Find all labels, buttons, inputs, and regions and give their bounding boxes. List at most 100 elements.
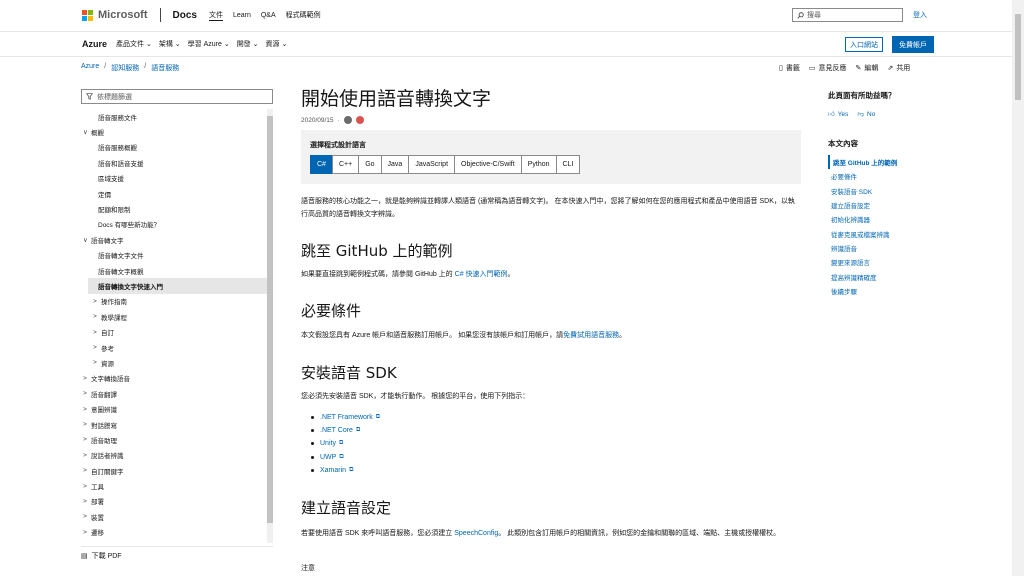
language-selector-label: 選擇程式設計語言 — [310, 142, 366, 149]
no-button[interactable]: 👎︎ No — [857, 110, 875, 119]
share-button[interactable]: ⇗ 共用 — [887, 63, 910, 73]
toc-link[interactable]: 必要條件 — [828, 169, 938, 183]
language-tab[interactable]: JavaScript — [408, 155, 456, 174]
top-link-qa[interactable]: Q&A — [261, 12, 276, 19]
toc-link[interactable]: 變更來源語言 — [828, 255, 938, 269]
sidebar-item[interactable]: > 操作指南 — [81, 294, 267, 309]
docs-home-link[interactable]: Docs — [173, 10, 197, 21]
sidebar-item[interactable]: 語音轉文字文件 — [81, 248, 267, 263]
page-scrollbar-thumb[interactable] — [1015, 14, 1021, 100]
language-tab[interactable]: C# — [310, 155, 333, 174]
breadcrumb-cognitive-services[interactable]: 認知服務 — [111, 63, 139, 73]
toc-link[interactable]: 後續步驟 — [828, 284, 938, 298]
breadcrumb-azure[interactable]: Azure — [81, 63, 99, 73]
chevron-right-icon: > — [83, 513, 87, 521]
language-tab[interactable]: Objective-C/Swift — [454, 155, 522, 174]
nav-item-develop[interactable]: 開發 ⌄ — [237, 39, 259, 49]
product-name[interactable]: Azure — [82, 39, 107, 49]
platform-link[interactable]: UWP — [320, 454, 336, 461]
download-pdf-link[interactable]: ▤ 下載 PDF — [81, 546, 273, 561]
free-account-button[interactable]: 免費帳戶 — [892, 36, 934, 53]
sidebar-item[interactable]: > 部署 — [81, 494, 267, 509]
nav-item-architecture[interactable]: 架構 ⌄ — [159, 39, 181, 49]
nav-item-learn-azure[interactable]: 學習 Azure ⌄ — [188, 39, 230, 49]
free-trial-link[interactable]: 免費試用語音服務 — [563, 332, 619, 339]
sidebar-item-label: 自訂關鍵字 — [91, 468, 124, 476]
nav-item-product-docs[interactable]: 產品文件 ⌄ — [116, 39, 152, 49]
sidebar-item[interactable]: > 自訂 — [81, 324, 267, 339]
edit-button[interactable]: ✎ 編輯 — [855, 63, 878, 73]
language-tab[interactable]: C++ — [331, 155, 360, 174]
sidebar-item[interactable]: Docs 有哪些新功能？ — [81, 217, 267, 232]
search-input[interactable]: 搜尋 — [792, 8, 903, 22]
platform-link[interactable]: Unity — [320, 440, 336, 447]
sidebar-item[interactable]: > 文字轉換語音 — [81, 371, 267, 386]
language-selector: 選擇程式設計語言 C# C++ Go Java JavaScript Objective-… — [301, 130, 801, 184]
toc-link[interactable]: 從麥克風或檔案辨識 — [828, 226, 938, 240]
sidebar-item[interactable]: 區域支援 — [81, 171, 267, 186]
feedback-button[interactable]: ▭ 意見反應 — [809, 63, 847, 73]
language-tab[interactable]: Java — [380, 155, 410, 174]
contributor-avatar[interactable] — [355, 116, 364, 124]
sidebar-item[interactable]: 語音服務文件 — [81, 109, 267, 124]
sign-in-link[interactable]: 登入 — [913, 10, 927, 20]
sidebar-item[interactable]: 語音轉換文字快速入門 — [88, 278, 267, 294]
top-link-code-samples[interactable]: 程式碼範例 — [286, 10, 321, 20]
contributor-avatar[interactable] — [343, 116, 352, 124]
chevron-right-icon: > — [93, 328, 97, 336]
sidebar-item[interactable]: 語音和語音支援 — [81, 155, 267, 170]
page-scrollbar[interactable] — [1012, 0, 1024, 576]
sidebar-item[interactable]: > 說話者辨識 — [81, 448, 267, 463]
toc-link[interactable]: 建立語音設定 — [828, 198, 938, 212]
sidebar-item[interactable]: > 教學課程 — [81, 309, 267, 324]
sidebar-item[interactable]: ∨ 語音轉文字 — [81, 232, 267, 247]
toc-link[interactable]: 提高辨識精確度 — [828, 269, 938, 283]
top-link-docs[interactable]: 文件 — [208, 10, 223, 21]
yes-button[interactable]: 👍︎ Yes — [828, 110, 848, 119]
sidebar-item-label: 裝置 — [91, 514, 104, 522]
filter-input[interactable]: 依標題篩選 — [81, 89, 273, 104]
note-label: 注意 — [301, 565, 315, 572]
sidebar-item[interactable]: 語音轉文字概觀 — [81, 263, 267, 278]
sidebar-item[interactable]: ∨ 概觀 — [81, 124, 267, 139]
platform-link[interactable]: .NET Framework — [320, 414, 373, 421]
portal-button[interactable]: 入口網站 — [845, 37, 883, 52]
bookmark-icon: ▯ — [779, 65, 783, 72]
sidebar-item[interactable]: > 工具 — [81, 478, 267, 493]
platform-list-item: .NET Core ⧉ — [309, 424, 380, 437]
language-tab[interactable]: Go — [358, 155, 382, 174]
language-tab[interactable]: Python — [520, 155, 557, 174]
toc-link[interactable]: 辨識語音 — [828, 241, 938, 255]
sidebar-item[interactable]: > 遷移 — [81, 525, 267, 540]
language-tab[interactable]: CLI — [555, 155, 581, 174]
platform-link[interactable]: .NET Core — [320, 427, 353, 434]
sidebar-item[interactable]: > 意圖辨識 — [81, 401, 267, 416]
article-meta: 2020/09/15 · — [301, 116, 801, 124]
breadcrumb-speech-service[interactable]: 語音服務 — [151, 63, 179, 73]
sidebar-item[interactable]: > 語音助理 — [81, 432, 267, 447]
toc-link[interactable]: 跳至 GitHub 上的範例 — [828, 155, 938, 170]
toc-link[interactable]: 安裝語音 SDK — [828, 184, 938, 198]
sidebar-item[interactable]: > 自訂關鍵字 — [81, 463, 267, 478]
speechconfig-link[interactable]: SpeechConfig — [454, 530, 498, 537]
nav-item-resources[interactable]: 資源 ⌄ — [266, 39, 288, 49]
scrollbar-thumb[interactable] — [267, 116, 273, 523]
sidebar-item[interactable]: > 裝置 — [81, 509, 267, 524]
toc-link[interactable]: 初始化辨識器 — [828, 212, 938, 226]
platform-link[interactable]: Xamarin — [320, 467, 346, 474]
sidebar-item[interactable]: > 對話謄寫 — [81, 417, 267, 432]
sidebar-item[interactable]: > 資源 — [81, 355, 267, 370]
bookmark-button[interactable]: ▯ 書籤 — [779, 63, 800, 73]
config-paragraph: 若要使用語音 SDK 來呼叫語音服務，您必須建立 SpeechConfig。 此… — [301, 530, 781, 537]
chevron-down-icon: ∨ — [83, 129, 88, 137]
microsoft-logo-icon[interactable] — [82, 9, 93, 21]
sidebar-item[interactable]: 語音服務概觀 — [81, 140, 267, 155]
top-link-learn[interactable]: Learn — [233, 12, 251, 19]
sidebar-item[interactable]: > 參考 — [81, 340, 267, 355]
sidebar-item[interactable]: 配額和限制 — [81, 201, 267, 216]
csharp-samples-link[interactable]: C# 快速入門範例 — [455, 271, 508, 278]
sidebar-scrollbar[interactable] — [267, 109, 273, 543]
sidebar-item[interactable]: 定價 — [81, 186, 267, 201]
brand-name[interactable]: Microsoft — [98, 9, 148, 21]
sidebar-item[interactable]: > 語音翻譯 — [81, 386, 267, 401]
